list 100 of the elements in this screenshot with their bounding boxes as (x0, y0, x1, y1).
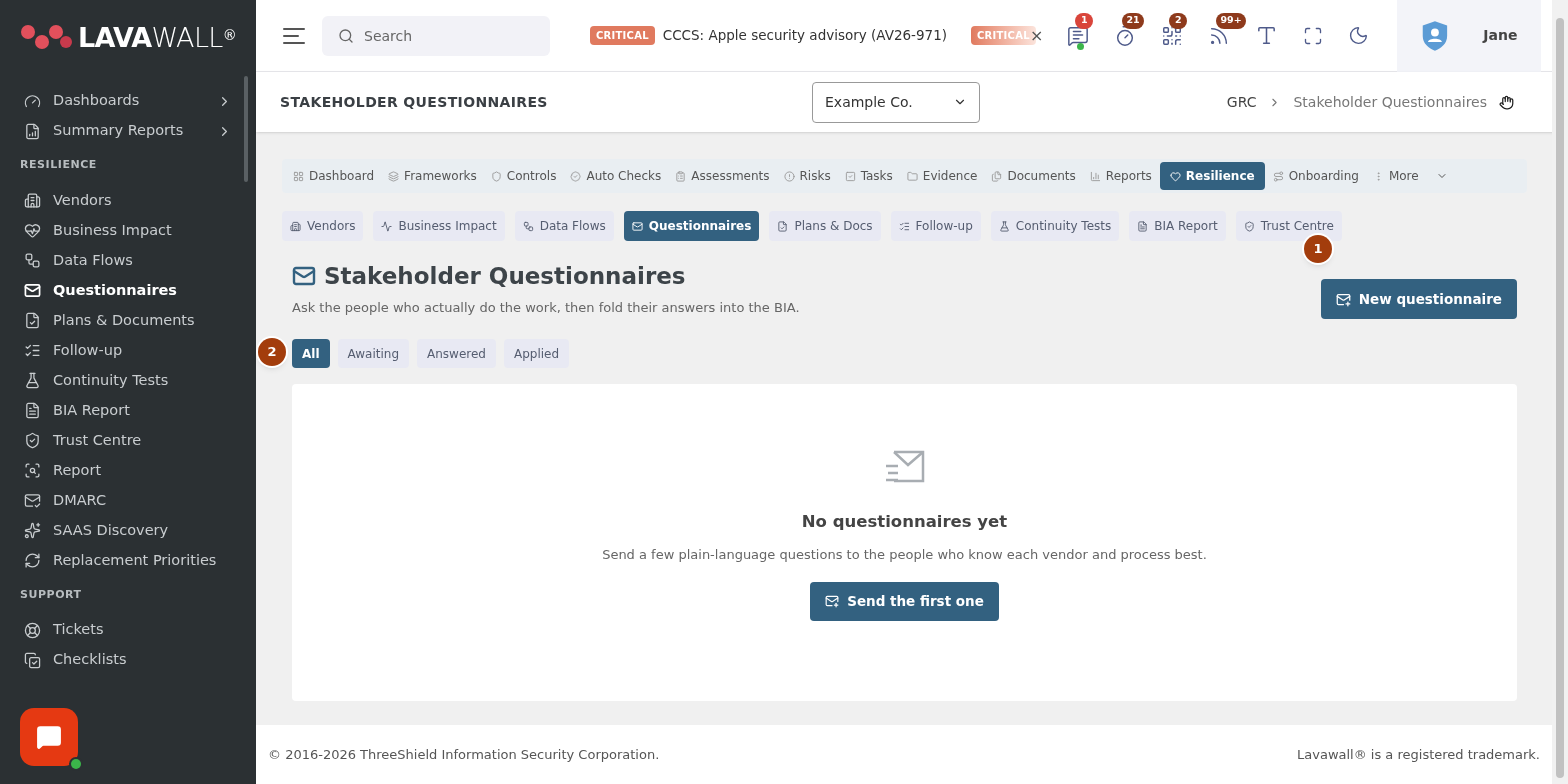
envelope-plus-icon (825, 594, 840, 609)
report-icon (24, 122, 41, 140)
sub-tab[interactable]: Plans & Docs (769, 211, 881, 241)
sidebar-item[interactable]: Continuity Tests (0, 365, 256, 396)
menu-icon[interactable] (282, 26, 306, 45)
list-icon (24, 342, 41, 359)
checklist-icon (24, 651, 41, 669)
document-icon (1137, 220, 1149, 232)
filter-chip[interactable]: Awaiting (337, 339, 409, 368)
send-first-button[interactable]: Send the first one (810, 581, 999, 621)
logo-icon (20, 24, 75, 52)
checkbox-icon (844, 170, 856, 182)
sub-tab[interactable]: Continuity Tests (990, 211, 1120, 241)
new-questionnaire-button[interactable]: New questionnaire (1320, 279, 1517, 319)
user-menu[interactable]: Jane (1397, 0, 1542, 72)
module-tab[interactable]: Onboarding (1266, 162, 1365, 190)
sidebar-item[interactable]: Summary Reports (0, 116, 256, 146)
count-badge: 1 (1075, 12, 1094, 29)
sub-tab[interactable]: Data Flows (514, 211, 614, 241)
module-tab[interactable]: Dashboard (287, 162, 381, 190)
flow-icon (24, 252, 41, 269)
count-badge: 21 (1122, 12, 1144, 29)
module-tab[interactable]: Frameworks (382, 162, 483, 190)
magnifier-icon (24, 462, 41, 479)
alert-icon (783, 170, 795, 182)
filter-chip[interactable]: Answered (417, 339, 496, 368)
trademark-text: Lavawall® is a registered trademark. (1297, 745, 1540, 764)
section-heading: RESILIENCE (19, 157, 98, 173)
page-subtitle: Ask the people who actually do the work, then fold their answers into the BIA. (292, 298, 800, 317)
document-icon (24, 312, 41, 329)
refresh-icon (24, 552, 41, 569)
module-tab[interactable]: Evidence (900, 162, 984, 190)
module-tab[interactable]: More (1366, 162, 1454, 190)
severity-badge: CRITICAL (590, 26, 655, 45)
dark-mode-icon[interactable] (1348, 25, 1370, 46)
grid-icon (293, 170, 304, 182)
sidebar-item[interactable]: BIA Report (0, 395, 256, 426)
sub-tab[interactable]: Questionnaires (623, 211, 760, 241)
sidebar-item[interactable]: Data Flows (0, 245, 256, 276)
building-icon (290, 220, 301, 232)
shield-icon (490, 170, 502, 182)
qr-code-icon[interactable] (1161, 24, 1184, 47)
badge-icon (570, 170, 582, 182)
sub-tab[interactable]: Vendors (282, 211, 364, 241)
module-tab[interactable]: Documents (985, 162, 1082, 190)
sparkle-icon (24, 522, 41, 539)
flask-icon (998, 220, 1010, 232)
count-badge: 99+ (1216, 12, 1246, 29)
sidebar-item[interactable]: Vendors (0, 185, 256, 216)
envelope-icon (24, 282, 41, 299)
scrollbar-thumb[interactable] (244, 76, 248, 182)
sidebar-item[interactable]: Questionnaires (0, 275, 256, 306)
sub-tab[interactable]: Trust Centre (1235, 211, 1342, 241)
empty-state-text: Send a few plain-language questions to the people who know each vendor and process best. (602, 546, 1207, 565)
advisory-text[interactable]: CCCS: Apple security advisory (AV26-971) (662, 25, 948, 46)
document-icon (777, 220, 789, 232)
list-icon (898, 220, 910, 232)
breadcrumb-item[interactable]: GRC (1226, 91, 1257, 113)
sidebar-item[interactable]: Plans & Documents (0, 305, 256, 336)
module-tab[interactable]: Auto Checks (564, 162, 668, 190)
lifebuoy-icon (24, 621, 41, 639)
sidebar-item[interactable]: Trust Centre (0, 425, 256, 456)
gauge-icon (24, 92, 41, 110)
files-icon (991, 170, 1003, 182)
route-icon (1272, 170, 1284, 182)
layers-icon (388, 170, 400, 182)
sidebar-item[interactable]: Business Impact (0, 215, 256, 246)
heart-icon (1169, 170, 1181, 182)
sidebar-item[interactable]: Dashboards (0, 86, 256, 116)
count-badge: 2 (1169, 12, 1188, 29)
search-field[interactable]: Search (322, 15, 550, 56)
module-tab[interactable]: Tasks (838, 162, 899, 190)
flow-icon (522, 220, 534, 232)
chat-icon (36, 724, 62, 750)
page-title: Stakeholder Questionnaires (324, 262, 686, 291)
scrollbar[interactable] (1552, 0, 1568, 784)
folder-icon (906, 170, 918, 182)
module-tab[interactable]: Reports (1083, 162, 1158, 190)
copyright-text: © 2016-2026 ThreeShield Information Security Corporation. (268, 745, 660, 764)
sub-tab[interactable]: BIA Report (1129, 211, 1226, 241)
filter-chip[interactable]: All (292, 339, 330, 368)
chat-icon[interactable] (1067, 24, 1090, 47)
sidebar-item[interactable]: Checklists (0, 645, 256, 675)
sidebar-item[interactable]: SAAS Discovery (0, 515, 256, 546)
sidebar-item[interactable]: Report (0, 455, 256, 486)
module-tab[interactable]: Controls (484, 162, 563, 190)
sidebar-item[interactable]: DMARC (0, 485, 256, 516)
fullscreen-icon[interactable] (1303, 25, 1324, 46)
envelope-icon (884, 450, 925, 485)
module-tab[interactable]: Assessments (669, 162, 776, 190)
sidebar-item[interactable]: Follow-up (0, 335, 256, 366)
filter-chip[interactable]: Applied (503, 339, 570, 368)
module-tab[interactable]: Risks (777, 162, 837, 190)
module-tab[interactable]: Resilience (1159, 162, 1265, 190)
sub-tab[interactable]: Follow-up (890, 211, 981, 241)
sidebar-item[interactable]: Replacement Priorities (0, 545, 256, 576)
sub-tab[interactable]: Business Impact (373, 211, 505, 241)
sidebar-item[interactable]: Tickets (0, 615, 256, 645)
report-icon (24, 402, 41, 419)
company-select[interactable]: Example Co. (812, 81, 980, 123)
